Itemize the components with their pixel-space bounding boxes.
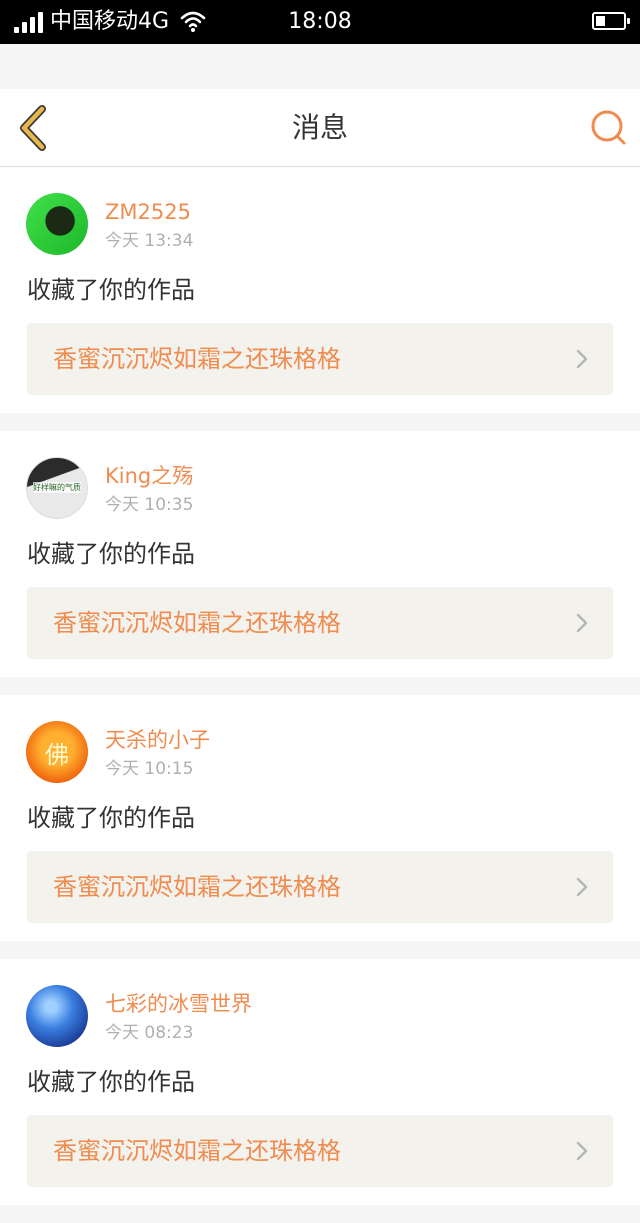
- message-time: 今天 10:35: [105, 495, 194, 515]
- work-link[interactable]: 香蜜沉沉烬如霜之还珠格格: [27, 323, 613, 395]
- message-time: 今天 10:15: [105, 759, 194, 779]
- message-time: 今天 13:34: [105, 231, 194, 251]
- back-arrow-icon[interactable]: [10, 103, 60, 153]
- work-title: 香蜜沉沉烬如霜之还珠格格: [53, 609, 341, 637]
- message-list[interactable]: ZM2525 今天 13:34 收藏了你的作品 香蜜沉沉烬如霜之还珠格格 好样嘛…: [0, 167, 640, 1223]
- search-icon[interactable]: [586, 105, 630, 149]
- page-title: 消息: [291, 111, 348, 144]
- username-link[interactable]: 天杀的小子: [105, 725, 210, 755]
- avatar[interactable]: 佛: [26, 721, 88, 783]
- avatar[interactable]: 好样嘛的气质: [26, 457, 88, 519]
- message-card: 佛 天杀的小子 今天 10:15 收藏了你的作品 香蜜沉沉烬如霜之还珠格格: [0, 695, 640, 941]
- work-link[interactable]: 香蜜沉沉烬如霜之还珠格格: [27, 1115, 613, 1187]
- work-link[interactable]: 香蜜沉沉烬如霜之还珠格格: [27, 587, 613, 659]
- top-nav-bar: 消息: [0, 89, 640, 167]
- chevron-right-icon: [576, 613, 588, 633]
- avatar[interactable]: [26, 193, 88, 255]
- message-card: 好样嘛的气质 King之殇 今天 10:35 收藏了你的作品 香蜜沉沉烬如霜之还…: [0, 431, 640, 677]
- status-time: 18:08: [288, 9, 352, 34]
- username-link[interactable]: ZM2525: [105, 197, 191, 227]
- chevron-right-icon: [576, 1141, 588, 1161]
- work-title: 香蜜沉沉烬如霜之还珠格格: [53, 1137, 341, 1165]
- work-link[interactable]: 香蜜沉沉烬如霜之还珠格格: [27, 851, 613, 923]
- username-link[interactable]: King之殇: [105, 461, 193, 491]
- chevron-right-icon: [576, 349, 588, 369]
- battery-icon: [592, 12, 630, 30]
- action-text: 收藏了你的作品: [27, 1068, 195, 1096]
- avatar-caption: 好样嘛的气质: [33, 482, 81, 493]
- work-title: 香蜜沉沉烬如霜之还珠格格: [53, 873, 341, 901]
- status-bar: 中国移动4G 18:08: [0, 0, 640, 44]
- action-text: 收藏了你的作品: [27, 540, 195, 568]
- avatar-glyph: 佛: [45, 741, 69, 769]
- username-link[interactable]: 七彩的冰雪世界: [105, 989, 252, 1019]
- action-text: 收藏了你的作品: [27, 804, 195, 832]
- avatar[interactable]: [26, 985, 88, 1047]
- work-title: 香蜜沉沉烬如霜之还珠格格: [53, 345, 341, 373]
- message-time: 今天 08:23: [105, 1023, 194, 1043]
- action-text: 收藏了你的作品: [27, 276, 195, 304]
- message-card: ZM2525 今天 13:34 收藏了你的作品 香蜜沉沉烬如霜之还珠格格: [0, 167, 640, 413]
- message-card: 七彩的冰雪世界 今天 08:23 收藏了你的作品 香蜜沉沉烬如霜之还珠格格: [0, 959, 640, 1205]
- chevron-right-icon: [576, 877, 588, 897]
